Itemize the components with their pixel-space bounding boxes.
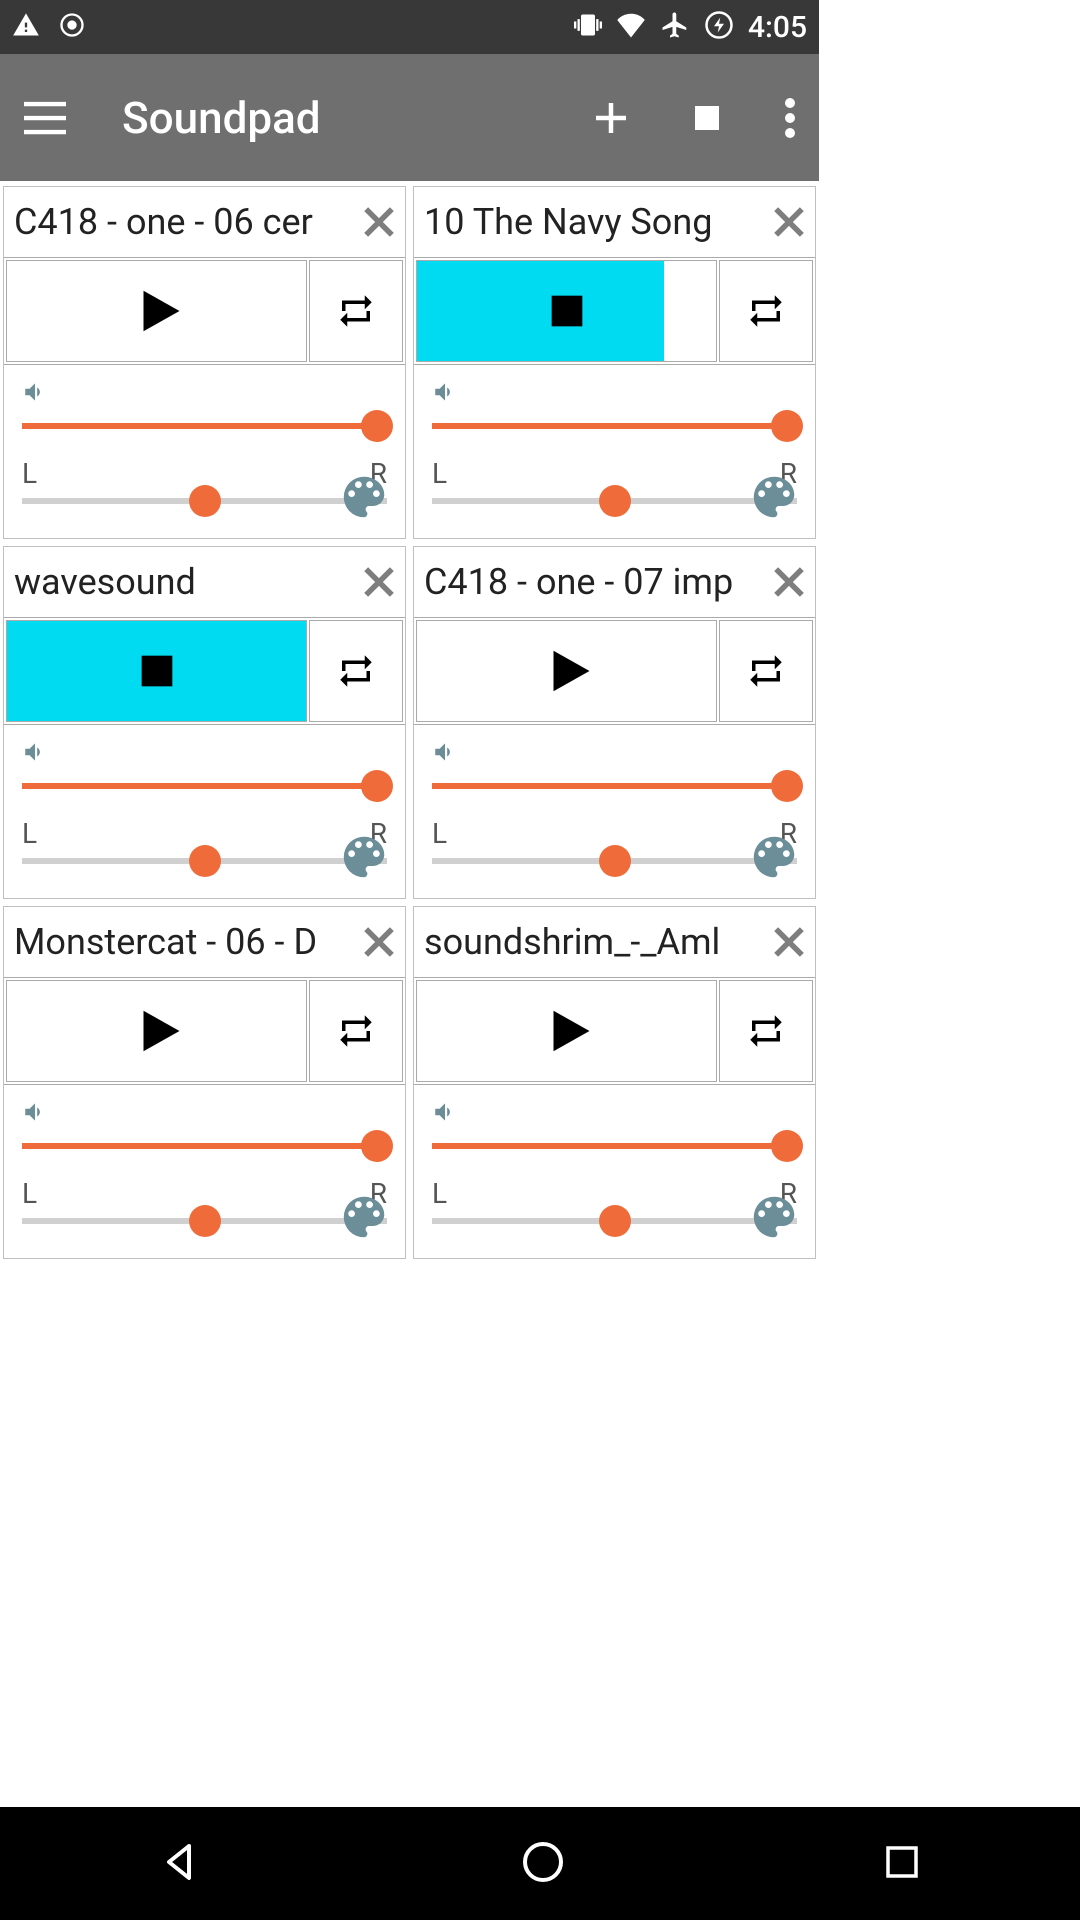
- pad-title: Monstercat - 06 - D: [14, 921, 357, 963]
- volume-slider[interactable]: [22, 1143, 387, 1149]
- volume-icon: [432, 379, 797, 409]
- pan-left-label: L: [22, 457, 37, 490]
- volume-slider[interactable]: [432, 423, 797, 429]
- pan-slider[interactable]: [22, 858, 387, 864]
- nav-home-icon[interactable]: [519, 1838, 567, 1890]
- pan-slider[interactable]: [432, 1218, 797, 1224]
- app-bar: Soundpad: [0, 54, 819, 181]
- volume-icon: [22, 379, 387, 409]
- sound-pad: soundshrim_-_Aml L R: [413, 906, 816, 1259]
- stop-button[interactable]: [6, 620, 307, 722]
- pan-left-label: L: [22, 817, 37, 850]
- loop-button[interactable]: [309, 620, 403, 722]
- status-bar: 4:05: [0, 0, 819, 54]
- volume-icon: [432, 739, 797, 769]
- play-button[interactable]: [6, 260, 307, 362]
- sound-pad: Monstercat - 06 - D L R: [3, 906, 406, 1259]
- volume-slider[interactable]: [432, 1143, 797, 1149]
- pan-slider[interactable]: [22, 498, 387, 504]
- overflow-menu-icon[interactable]: [785, 98, 795, 138]
- color-palette-icon[interactable]: [747, 470, 801, 528]
- status-time: 4:05: [748, 10, 807, 45]
- close-icon[interactable]: [767, 920, 811, 964]
- hamburger-icon[interactable]: [24, 101, 66, 135]
- pan-left-label: L: [432, 817, 447, 850]
- add-button[interactable]: [593, 100, 629, 136]
- color-palette-icon[interactable]: [337, 1190, 391, 1248]
- pan-slider[interactable]: [432, 858, 797, 864]
- color-palette-icon[interactable]: [337, 470, 391, 528]
- pad-title: 10 The Navy Song: [424, 201, 767, 243]
- pad-title: C418 - one - 06 cer: [14, 201, 357, 243]
- volume-slider[interactable]: [22, 423, 387, 429]
- volume-icon: [22, 739, 387, 769]
- loop-button[interactable]: [719, 620, 813, 722]
- battery-charging-icon: [704, 10, 734, 44]
- volume-icon: [432, 1099, 797, 1129]
- play-button[interactable]: [6, 980, 307, 1082]
- wifi-icon: [616, 12, 646, 42]
- pad-title: C418 - one - 07 imp: [424, 561, 767, 603]
- color-palette-icon[interactable]: [337, 830, 391, 888]
- volume-icon: [22, 1099, 387, 1129]
- loop-button[interactable]: [309, 260, 403, 362]
- sound-pad: 10 The Navy Song L R: [413, 186, 816, 539]
- pan-slider[interactable]: [432, 498, 797, 504]
- close-icon[interactable]: [357, 560, 401, 604]
- play-button[interactable]: [416, 980, 717, 1082]
- color-palette-icon[interactable]: [747, 1190, 801, 1248]
- close-icon[interactable]: [357, 920, 401, 964]
- nav-recent-icon[interactable]: [881, 1841, 923, 1887]
- android-nav-bar: [0, 1807, 1080, 1920]
- pan-slider[interactable]: [22, 1218, 387, 1224]
- recording-icon: [58, 11, 86, 43]
- loop-button[interactable]: [309, 980, 403, 1082]
- close-icon[interactable]: [767, 200, 811, 244]
- play-button[interactable]: [416, 620, 717, 722]
- airplane-icon: [660, 10, 690, 44]
- close-icon[interactable]: [767, 560, 811, 604]
- sound-pad: wavesound L R: [3, 546, 406, 899]
- stop-all-button[interactable]: [691, 102, 723, 134]
- warning-icon: [12, 11, 40, 43]
- loop-button[interactable]: [719, 260, 813, 362]
- color-palette-icon[interactable]: [747, 830, 801, 888]
- pad-title: wavesound: [14, 561, 357, 603]
- soundpad-grid: C418 - one - 06 cer L R 10 The Navy Song…: [0, 181, 819, 1264]
- sound-pad: C418 - one - 06 cer L R: [3, 186, 406, 539]
- stop-button[interactable]: [416, 260, 717, 362]
- loop-button[interactable]: [719, 980, 813, 1082]
- pan-left-label: L: [22, 1177, 37, 1210]
- pad-title: soundshrim_-_Aml: [424, 921, 767, 963]
- close-icon[interactable]: [357, 200, 401, 244]
- pan-left-label: L: [432, 1177, 447, 1210]
- app-title: Soundpad: [122, 92, 321, 144]
- nav-back-icon[interactable]: [157, 1838, 205, 1890]
- sound-pad: C418 - one - 07 imp L R: [413, 546, 816, 899]
- volume-slider[interactable]: [22, 783, 387, 789]
- vibrate-icon: [574, 11, 602, 43]
- pan-left-label: L: [432, 457, 447, 490]
- volume-slider[interactable]: [432, 783, 797, 789]
